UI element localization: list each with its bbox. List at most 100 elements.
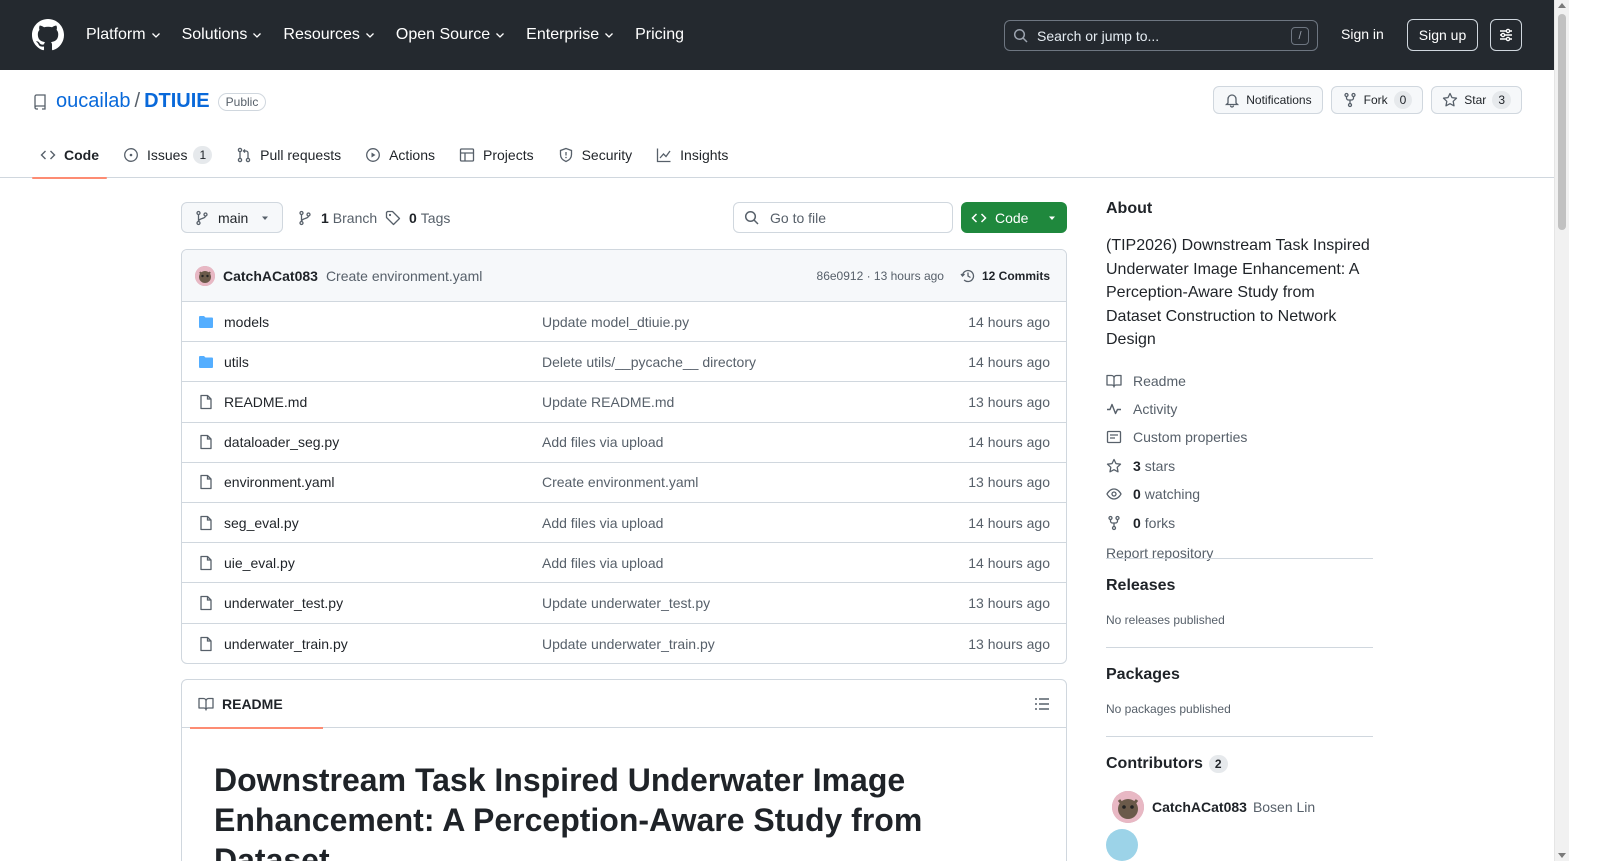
branch-selector-button[interactable]: main: [181, 202, 283, 233]
tab-issues[interactable]: Issues 1: [115, 132, 220, 178]
file-commit-message-link[interactable]: Delete utils/__pycache__ directory: [542, 354, 968, 370]
contributor-item[interactable]: [1106, 829, 1373, 861]
file-row[interactable]: uie_eval.py Add files via upload 14 hours …: [182, 543, 1066, 584]
notifications-button[interactable]: Notifications: [1213, 86, 1323, 114]
chevron-down-icon: [365, 33, 374, 38]
file-commit-message-link[interactable]: Add files via upload: [542, 555, 968, 571]
settings-sliders-icon[interactable]: [1490, 19, 1522, 51]
chevron-down-icon: [151, 33, 160, 38]
readme-tab-label: README: [222, 695, 283, 712]
tab-security[interactable]: Security: [550, 132, 641, 178]
nav-solutions[interactable]: Solutions: [182, 26, 264, 44]
readme-link[interactable]: Readme: [1106, 367, 1373, 395]
commit-message-link[interactable]: Create environment.yaml: [326, 268, 482, 284]
eye-icon: [1106, 488, 1122, 500]
file-name-link[interactable]: models: [224, 314, 542, 330]
packages-title[interactable]: Packages: [1106, 666, 1373, 684]
file-commit-message-link[interactable]: Add files via upload: [542, 434, 968, 450]
code-dropdown-button[interactable]: Code: [961, 202, 1067, 233]
tab-projects[interactable]: Projects: [451, 132, 542, 178]
page-scrollbar[interactable]: [1554, 0, 1569, 861]
tab-actions[interactable]: Actions: [357, 132, 443, 178]
nav-platform[interactable]: Platform: [86, 26, 162, 44]
nav-label: Solutions: [181, 26, 248, 43]
avatar[interactable]: [1112, 791, 1144, 823]
sign-up-button[interactable]: Sign up: [1407, 19, 1478, 51]
file-name-link[interactable]: dataloader_seg.py: [224, 434, 542, 450]
file-icon: [200, 636, 212, 651]
about-description: (TIP2026) Downstream Task Inspired Under…: [1106, 237, 1370, 348]
nav-enterprise[interactable]: Enterprise: [526, 26, 615, 44]
file-row[interactable]: README.md Update README.md 13 hours ago: [182, 382, 1066, 423]
file-commit-message-link[interactable]: Update underwater_test.py: [542, 595, 968, 611]
tab-label: Insights: [680, 147, 729, 163]
commit-hash-time[interactable]: 86e0912 · 13 hours ago: [817, 269, 944, 283]
commits-history-link[interactable]: 12 Commits: [960, 268, 1050, 284]
file-row[interactable]: utils Delete utils/__pycache__ directory 1…: [182, 342, 1066, 383]
file-commit-message-link[interactable]: Update README.md: [542, 394, 968, 410]
scrollbar-thumb[interactable]: [1558, 14, 1566, 230]
file-commit-message-link[interactable]: Update underwater_train.py: [542, 636, 968, 652]
forks-link[interactable]: 0 forks: [1106, 508, 1373, 536]
file-name-link[interactable]: uie_eval.py: [224, 555, 542, 571]
file-row[interactable]: dataloader_seg.py Add files via upload 14 …: [182, 423, 1066, 463]
avatar[interactable]: [1106, 829, 1138, 861]
file-row[interactable]: underwater_train.py Update underwater_tra…: [182, 624, 1066, 664]
avatar[interactable]: [195, 265, 215, 286]
tab-insights[interactable]: Insights: [648, 132, 736, 178]
tab-pull-requests[interactable]: Pull requests: [228, 132, 349, 178]
nav-pricing[interactable]: Pricing: [635, 26, 684, 44]
go-to-file-input[interactable]: Go to file: [733, 202, 953, 233]
visibility-badge: Public: [217, 92, 267, 111]
file-name-link[interactable]: environment.yaml: [224, 474, 542, 490]
file-row[interactable]: environment.yaml Create environment.yaml 1…: [182, 463, 1066, 503]
repo-name-link[interactable]: DTIUIE: [144, 90, 210, 113]
file-row[interactable]: models Update model_dtiuie.py 14 hours ago: [182, 302, 1066, 343]
nav-resources[interactable]: Resources: [283, 26, 375, 44]
search-icon: [1013, 28, 1028, 43]
tab-code[interactable]: Code: [32, 132, 107, 179]
stars-link[interactable]: 3 stars: [1106, 452, 1373, 480]
releases-title[interactable]: Releases: [1106, 577, 1373, 595]
file-name-link[interactable]: README.md: [224, 394, 542, 410]
scroll-up-arrow-icon[interactable]: [1558, 3, 1566, 8]
chevron-down-icon: [605, 33, 614, 38]
packages-text: No packages published: [1106, 702, 1231, 716]
contributors-link[interactable]: Contributors: [1106, 755, 1203, 773]
list-outline-icon[interactable]: [1034, 696, 1050, 712]
file-name-link[interactable]: seg_eval.py: [224, 515, 542, 531]
nav-open-source[interactable]: Open Source: [396, 26, 506, 44]
sidebar-divider: [1106, 647, 1373, 648]
file-commit-message-link[interactable]: Update model_dtiuie.py: [542, 314, 968, 330]
global-search-input[interactable]: Search or jump to... /: [1004, 20, 1318, 51]
file-commit-time: 14 hours ago: [968, 434, 1050, 451]
scroll-down-arrow-icon[interactable]: [1558, 853, 1566, 858]
repo-owner-link[interactable]: oucailab: [56, 90, 131, 113]
file-row[interactable]: underwater_test.py Update underwater_test…: [182, 583, 1066, 624]
file-name-link[interactable]: underwater_test.py: [224, 595, 542, 611]
file-commit-message-link[interactable]: Create environment.yaml: [542, 474, 968, 490]
branches-link[interactable]: 1 Branch: [297, 210, 377, 226]
folder-icon: [199, 315, 213, 328]
custom-properties-link[interactable]: Custom properties: [1106, 423, 1373, 451]
activity-link[interactable]: Activity: [1106, 395, 1373, 423]
readme-heading: Downstream Task Inspired Underwater Imag…: [214, 762, 923, 861]
star-icon: [1106, 458, 1122, 473]
book-icon: [198, 697, 214, 711]
sign-in-link[interactable]: Sign in: [1341, 26, 1384, 42]
star-button[interactable]: Star 3: [1431, 86, 1522, 114]
file-row[interactable]: seg_eval.py Add files via upload 14 hours …: [182, 503, 1066, 544]
github-logo-icon[interactable]: [32, 19, 64, 51]
file-commit-message-link[interactable]: Add files via upload: [542, 515, 968, 531]
commit-author-link[interactable]: CatchACat083: [223, 268, 318, 284]
tags-link[interactable]: 0 Tags: [385, 210, 450, 226]
tab-label: Security: [581, 147, 633, 163]
fork-button[interactable]: Fork 0: [1330, 86, 1424, 114]
issue-icon: [124, 148, 138, 162]
file-name-link[interactable]: underwater_train.py: [224, 636, 542, 652]
readme-tab[interactable]: README: [190, 680, 323, 729]
contributor-item[interactable]: CatchACat083 Bosen Lin: [1106, 791, 1373, 823]
file-name-link[interactable]: utils: [224, 354, 542, 370]
watching-link[interactable]: 0 watching: [1106, 480, 1373, 508]
branch-icon: [196, 210, 208, 225]
